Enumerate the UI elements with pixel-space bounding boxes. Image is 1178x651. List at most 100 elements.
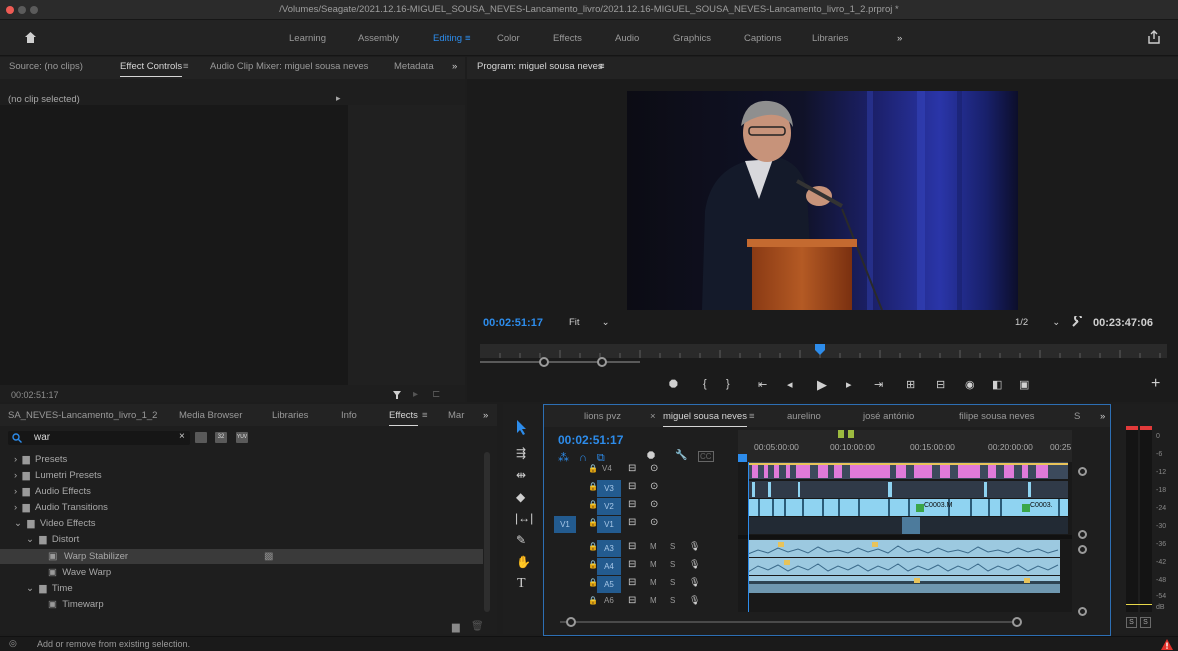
track-label-a4[interactable]: A4 [597,558,621,575]
clear-search-icon[interactable]: × [179,431,185,442]
tab-sequence-lions-pvz[interactable]: lions pvz [584,411,621,422]
32bit-effects-icon[interactable]: 32 [215,432,227,443]
workspace-graphics[interactable]: Graphics [673,33,711,44]
mute-button[interactable]: M [650,542,657,551]
pen-tool[interactable]: ✎ [516,533,526,547]
minimize-window-button[interactable] [18,6,26,14]
marker-icon[interactable]: ⯃ [669,379,678,392]
eye-icon[interactable]: ⊙ [650,463,658,474]
effects-search-input[interactable]: war × [8,431,190,445]
expand-arrow-icon[interactable]: ▸ [336,93,341,104]
workspace-libraries[interactable]: Libraries [812,33,848,44]
more-tabs-button[interactable]: » [452,61,457,72]
multicam-icon[interactable]: ▣ [1019,378,1029,391]
video-zoom-handle[interactable] [1078,467,1087,476]
tab-effects-menu[interactable]: ≡ [422,410,428,421]
sync-lock-icon[interactable]: ⊟ [628,541,636,552]
microphone-icon[interactable]: 🎙 [689,595,700,606]
solo-button[interactable]: S [670,542,675,551]
solo-button[interactable]: S [670,596,675,605]
zoom-bar-left-handle[interactable] [539,357,549,367]
mark-in-icon[interactable]: { [703,378,707,390]
razor-tool[interactable]: ◆ [516,490,525,504]
close-tab-icon[interactable]: × [650,411,656,422]
tab-effect-controls[interactable]: Effect Controls [120,61,183,77]
program-time-ruler[interactable] [480,344,1167,358]
overwrite-icon[interactable]: ⊟ [936,378,945,391]
go-to-out-icon[interactable]: ⇥ [874,378,883,391]
yuv-effects-icon[interactable]: YUV [236,432,248,443]
microphone-icon[interactable]: 🎙 [689,541,700,552]
microphone-icon[interactable]: 🎙 [689,577,700,588]
effects-item-audio-transitions[interactable]: › ▆ Audio Transitions [14,502,108,513]
timeline-playhead-head[interactable] [738,454,747,462]
source-patch-v1[interactable]: V1 [554,516,576,533]
go-to-in-icon[interactable]: ⇤ [758,378,767,391]
sync-lock-icon[interactable]: ⊟ [628,577,636,588]
new-bin-icon[interactable]: ▆ [452,622,460,633]
timeline-vertical-zoom[interactable] [1072,462,1094,622]
tab-sequence-jose-antonio[interactable]: josé antónio [863,411,914,422]
type-tool[interactable]: T [517,576,526,592]
audio-zoom-handle[interactable] [1078,607,1087,616]
tab-markers[interactable]: Mar [448,410,464,421]
workspace-editing-menu[interactable]: ≡ [465,33,471,44]
sync-lock-icon[interactable]: ⊟ [628,559,636,570]
track-label-v2[interactable]: V2 [597,498,621,515]
sync-lock-icon[interactable]: ⊟ [628,517,636,528]
play-icon[interactable]: ▶ [817,377,827,393]
step-back-icon[interactable]: ◂ [787,378,793,391]
scroll-right-handle[interactable] [1012,617,1022,627]
program-menu-button[interactable]: ≡ [599,61,605,72]
marker-green[interactable] [838,430,844,438]
tab-libraries[interactable]: Libraries [272,410,308,421]
eye-icon[interactable]: ⊙ [650,517,658,528]
workspace-learning[interactable]: Learning [289,33,326,44]
tab-audio-clip-mixer[interactable]: Audio Clip Mixer: miguel sousa neves [210,61,368,72]
solo-right-button[interactable]: S [1140,617,1151,628]
tab-sequence-menu[interactable]: ≡ [749,411,755,422]
timeline-playhead-timecode[interactable]: 00:02:51:17 [558,433,623,447]
timeline-ruler[interactable]: 00:05:00:00 00:10:00:00 00:15:00:00 00:2… [738,430,1072,462]
toggle-animation-icon[interactable]: ▸ [413,389,418,400]
track-label-a5[interactable]: A5 [597,576,621,593]
add-marker-icon[interactable]: ⯃ [647,451,655,462]
effects-item-time[interactable]: ⌄ ▆ Time [26,583,73,594]
export-frame-icon[interactable]: ◉ [965,378,975,391]
mute-button[interactable]: M [650,560,657,569]
effects-item-warp-stabilizer[interactable]: ▣ Warp Stabilizer ▩ [0,549,483,564]
tab-sequence-s[interactable]: S [1074,411,1080,422]
track-label-v1[interactable]: V1 [597,516,621,533]
tab-media-browser[interactable]: Media Browser [179,410,242,421]
effects-item-presets[interactable]: › ▆ Presets [14,454,67,465]
comparison-icon[interactable]: ◧ [992,378,1002,391]
tab-project[interactable]: SA_NEVES-Lancamento_livro_1_2 [8,410,157,421]
effects-item-lumetri-presets[interactable]: › ▆ Lumetri Presets [14,470,102,481]
tab-sequence-filipe-sousa-neves[interactable]: filipe sousa neves [959,411,1035,422]
trash-icon[interactable]: 🗑 [471,621,484,632]
program-title[interactable]: Program: miguel sousa neves [477,61,603,72]
tab-source[interactable]: Source: (no clips) [9,61,83,72]
slip-tool[interactable]: |↔| [515,511,533,525]
mark-out-icon[interactable]: } [726,378,730,390]
captions-icon[interactable]: CC [698,451,714,462]
resolution-select[interactable]: 1/2 ⌄ [1015,317,1060,328]
tab-effects[interactable]: Effects [389,410,418,426]
hand-tool[interactable]: ✋ [516,555,531,569]
tab-info[interactable]: Info [341,410,357,421]
step-forward-icon[interactable]: ▸ [846,378,852,391]
tab-metadata[interactable]: Metadata [394,61,434,72]
workspace-effects[interactable]: Effects [553,33,582,44]
timeline-horizontal-scrollbar[interactable] [560,621,1020,623]
timeline-track-area[interactable]: C0003.M C0003. [738,462,1072,612]
program-playhead-timecode[interactable]: 00:02:51:17 [483,317,543,329]
zoom-window-button[interactable] [30,6,38,14]
tab-effect-controls-menu[interactable]: ≡ [183,61,189,72]
wrench-icon[interactable] [1071,316,1083,328]
zoom-bar-right-handle[interactable] [597,357,607,367]
more-tabs-button[interactable]: » [1100,411,1105,422]
effects-item-distort[interactable]: ⌄ ▆ Distort [26,534,79,545]
workspace-color[interactable]: Color [497,33,520,44]
workspace-captions[interactable]: Captions [744,33,782,44]
scroll-left-handle[interactable] [566,617,576,627]
